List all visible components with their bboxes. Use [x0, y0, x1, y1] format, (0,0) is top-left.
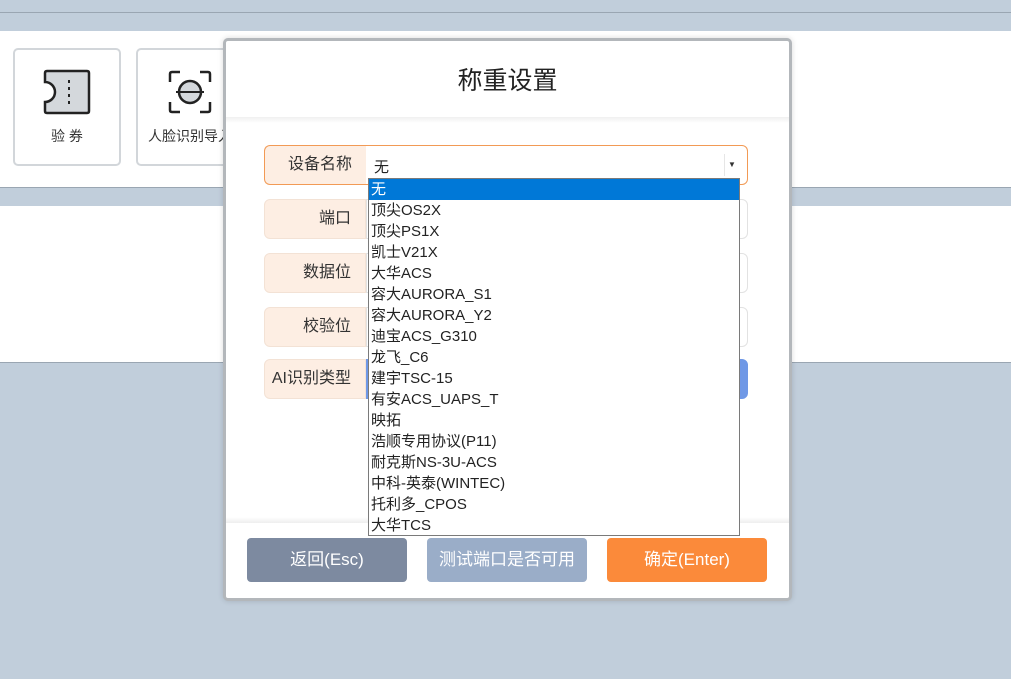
- dialog-title: 称重设置: [457, 67, 558, 95]
- dropdown-option[interactable]: 大华ACS: [369, 263, 739, 284]
- ticket-icon: [43, 69, 91, 115]
- dropdown-option[interactable]: 容大AURORA_S1: [369, 284, 739, 305]
- device-name-label: 设备名称: [264, 145, 366, 185]
- dropdown-option[interactable]: 顶尖PS1X: [369, 221, 739, 242]
- dropdown-option[interactable]: 大华TCS: [369, 515, 739, 536]
- face-scan-icon: [168, 70, 212, 114]
- top-bar: [0, 12, 1011, 32]
- port-label: 端口: [264, 199, 366, 239]
- dropdown-option[interactable]: 浩顺专用协议(P11): [369, 431, 739, 452]
- test-port-button[interactable]: 测试端口是否可用: [427, 538, 587, 582]
- dropdown-option[interactable]: 顶尖OS2X: [369, 200, 739, 221]
- dropdown-option[interactable]: 中科-英泰(WINTEC): [369, 473, 739, 494]
- dropdown-option[interactable]: 容大AURORA_Y2: [369, 305, 739, 326]
- ai-type-label: AI识别类型: [264, 359, 366, 399]
- dropdown-option[interactable]: 无: [369, 179, 739, 200]
- device-name-dropdown-list[interactable]: 无 顶尖OS2X 顶尖PS1X 凯士V21X 大华ACS 容大AURORA_S1…: [368, 178, 740, 536]
- dropdown-option[interactable]: 迪宝ACS_G310: [369, 326, 739, 347]
- back-button[interactable]: 返回(Esc): [247, 538, 407, 582]
- dropdown-option[interactable]: 凯士V21X: [369, 242, 739, 263]
- dropdown-option[interactable]: 映拓: [369, 410, 739, 431]
- dropdown-option[interactable]: 龙飞_C6: [369, 347, 739, 368]
- header-divider: [226, 117, 789, 123]
- device-name-value: 无: [374, 159, 390, 176]
- tile-verify-coupon[interactable]: 验 券: [13, 48, 121, 166]
- dropdown-option[interactable]: 有安ACS_UAPS_T: [369, 389, 739, 410]
- data-bits-label: 数据位: [264, 253, 366, 293]
- tile-label: 验 券: [51, 128, 83, 144]
- dropdown-arrow-icon[interactable]: ▼: [724, 154, 739, 176]
- dropdown-option[interactable]: 耐克斯NS-3U-ACS: [369, 452, 739, 473]
- confirm-button[interactable]: 确定(Enter): [607, 538, 767, 582]
- parity-label: 校验位: [264, 307, 366, 347]
- dropdown-option[interactable]: 托利多_CPOS: [369, 494, 739, 515]
- dropdown-option[interactable]: 建宇TSC-15: [369, 368, 739, 389]
